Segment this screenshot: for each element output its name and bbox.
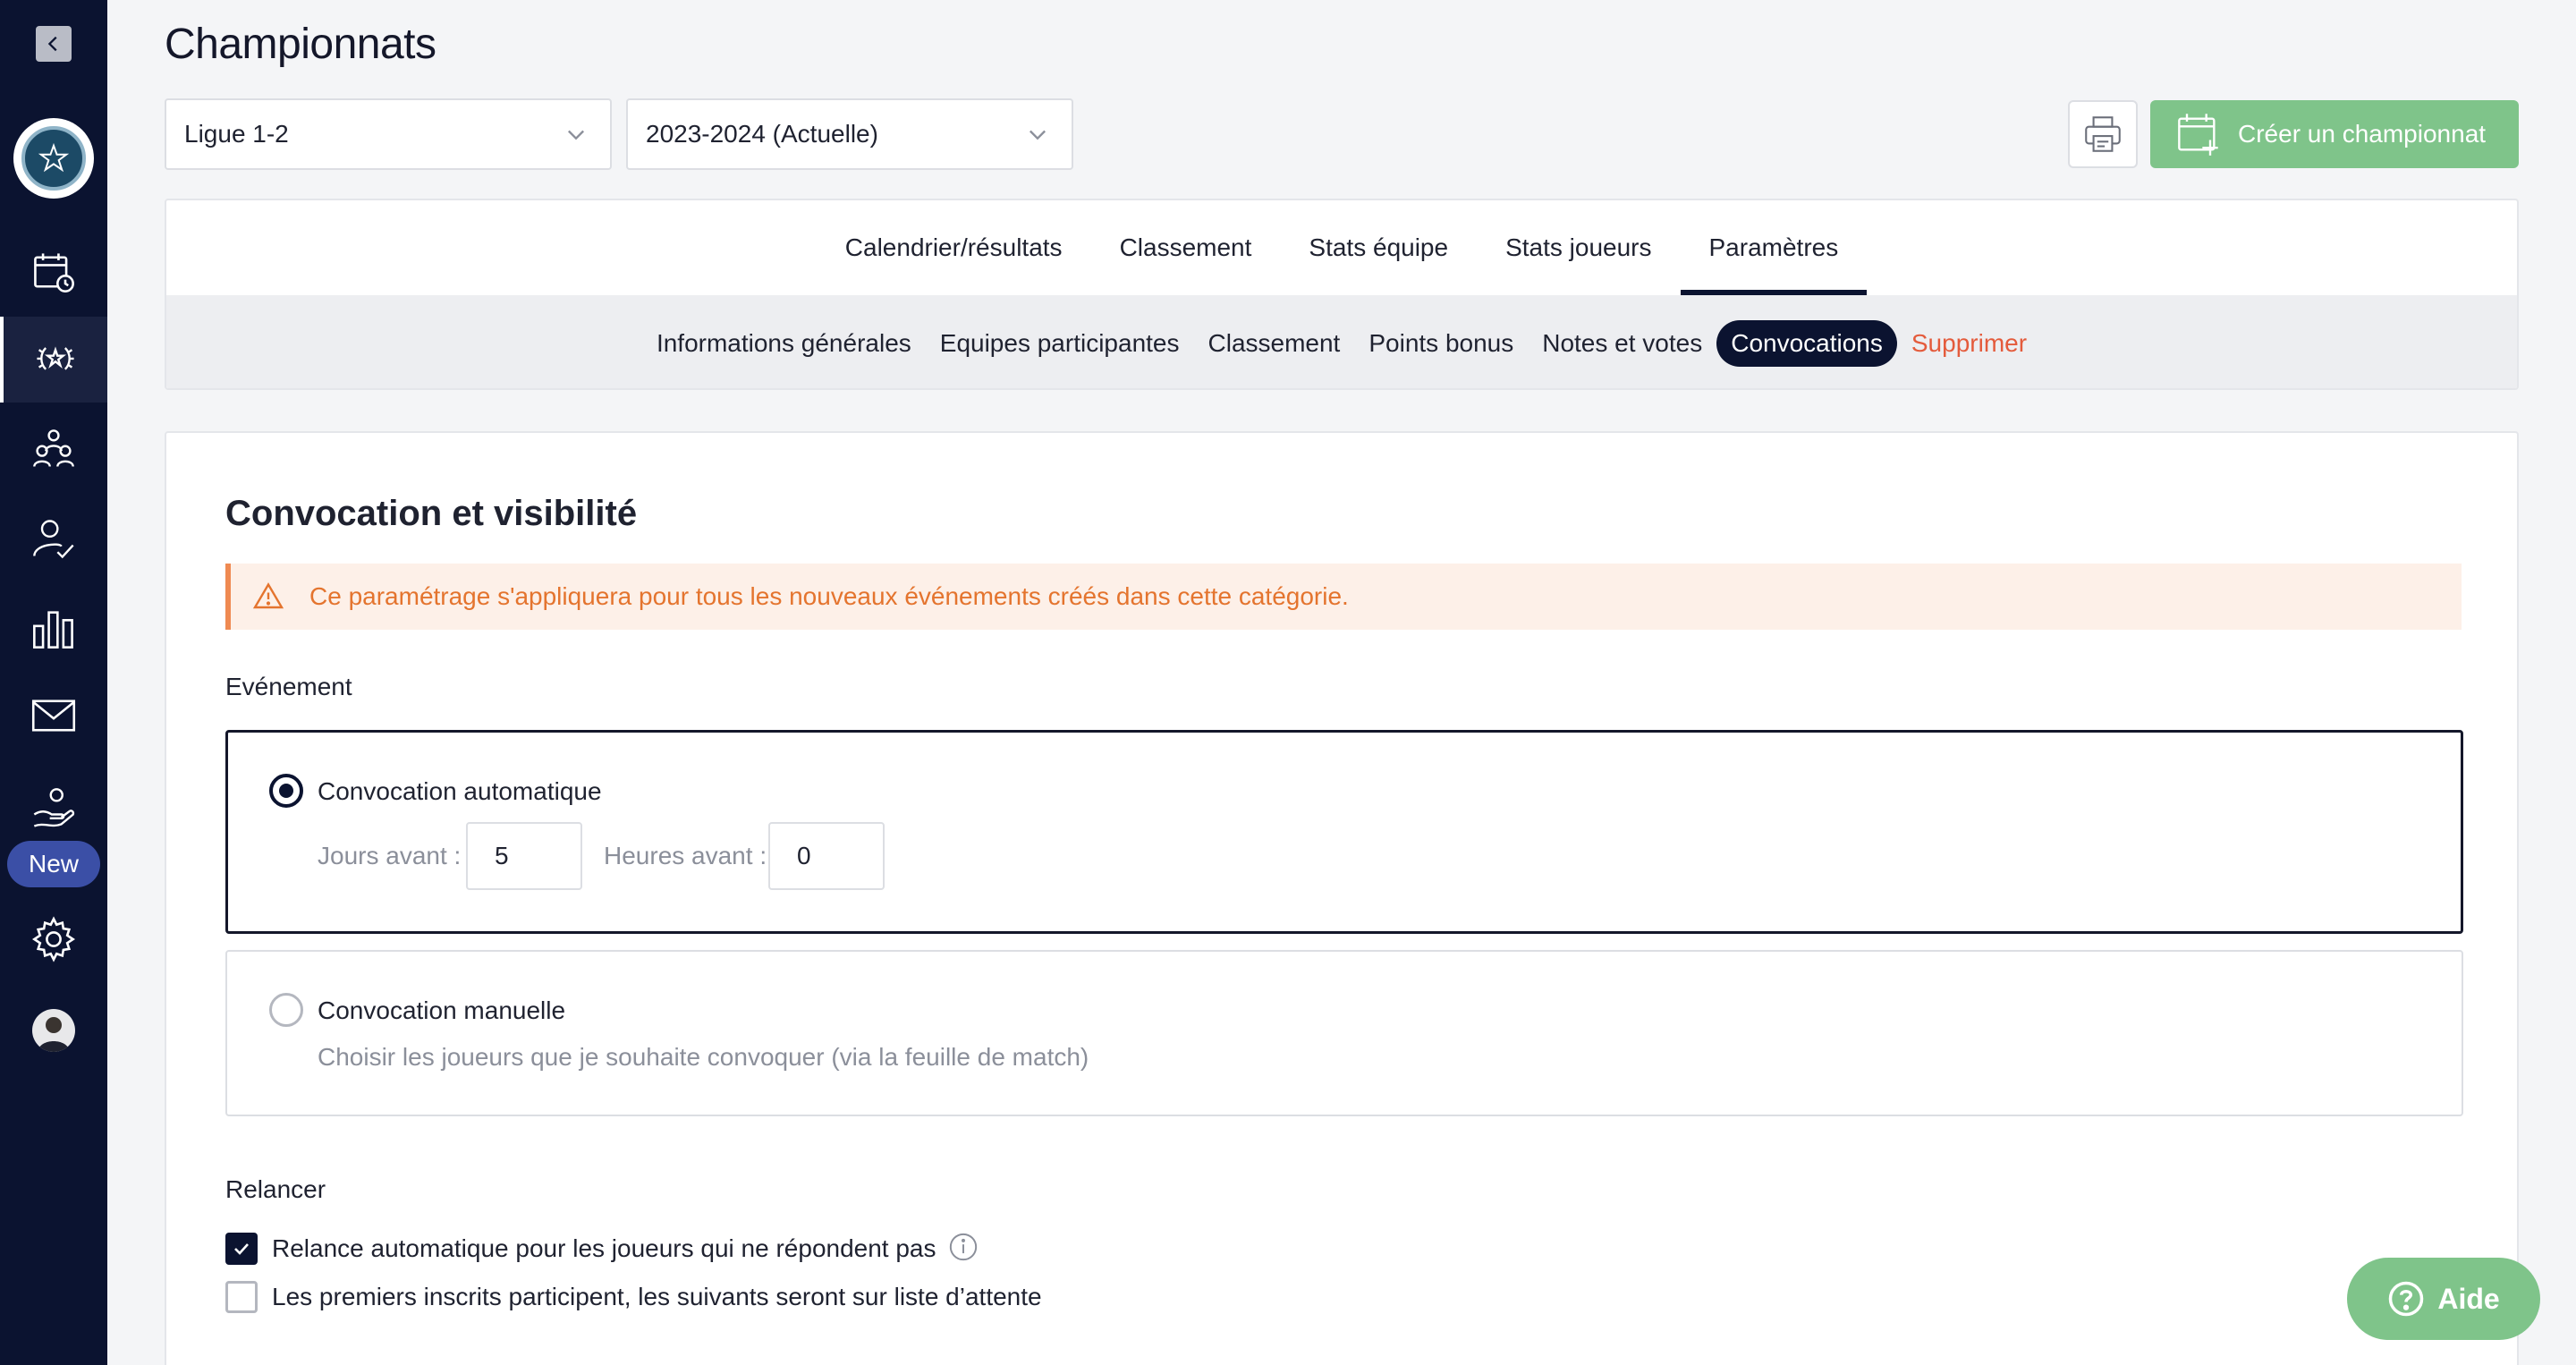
info-icon[interactable]	[948, 1232, 979, 1262]
alert-text: Ce paramétrage s'appliquera pour tous le…	[309, 582, 1349, 610]
sidebar-item-teams[interactable]	[0, 406, 107, 492]
calendar-plus-icon	[2178, 114, 2218, 156]
mail-icon	[31, 699, 76, 732]
sidebar-item-messages[interactable]	[0, 673, 107, 759]
create-championship-button[interactable]: Créer un championnat	[2150, 100, 2519, 168]
event-label: Evénement	[225, 673, 352, 700]
info-alert: Ce paramétrage s'appliquera pour tous le…	[225, 564, 2462, 630]
tab-standings[interactable]: Classement	[1091, 200, 1281, 295]
bar-chart-icon	[33, 611, 73, 649]
sidebar-item-calendar[interactable]	[0, 229, 107, 315]
manual-convocation-option[interactable]: Convocation manuelle Choisir les joueurs…	[225, 950, 2463, 1116]
calendar-clock-icon	[34, 253, 74, 292]
auto-relaunch-label: Relance automatique pour les joueurs qui…	[272, 1234, 936, 1262]
days-before-label: Jours avant :	[318, 842, 462, 869]
subtab-convocations[interactable]: Convocations	[1716, 320, 1897, 367]
team-icon	[33, 429, 74, 467]
season-select[interactable]: 2023-2024 (Actuelle)	[626, 98, 1073, 170]
league-select[interactable]: Ligue 1-2	[165, 98, 612, 170]
laurel-trophy-icon	[37, 346, 74, 370]
new-badge: New	[7, 841, 100, 887]
tabs-card: Calendrier/résultats Classement Stats éq…	[165, 199, 2519, 390]
subtab-delete[interactable]: Supprimer	[1897, 320, 2041, 367]
auto-relaunch-checkbox[interactable]	[225, 1233, 258, 1265]
tab-team-stats[interactable]: Stats équipe	[1280, 200, 1477, 295]
help-button[interactable]: Aide	[2347, 1258, 2540, 1340]
sidebar-item-championships[interactable]	[0, 317, 107, 403]
chevron-down-icon	[1030, 130, 1046, 140]
main-tabs: Calendrier/résultats Classement Stats éq…	[166, 200, 2517, 295]
waitlist-checkbox[interactable]	[225, 1281, 258, 1313]
checkmark-icon	[234, 1243, 249, 1255]
sub-tabs: Informations générales Equipes participa…	[166, 295, 2517, 388]
subtab-ratings-votes[interactable]: Notes et votes	[1528, 320, 1716, 367]
hours-before-input[interactable]: 0	[768, 822, 885, 890]
season-select-value: 2023-2024 (Actuelle)	[646, 120, 878, 148]
relaunch-label: Relancer	[225, 1175, 326, 1203]
subtab-standings[interactable]: Classement	[1194, 320, 1355, 367]
tab-settings[interactable]: Paramètres	[1680, 200, 1868, 295]
help-label: Aide	[2437, 1282, 2500, 1315]
tab-calendar-results[interactable]: Calendrier/résultats	[817, 200, 1091, 295]
hours-before-label: Heures avant :	[604, 842, 767, 869]
section-title: Convocation et visibilité	[225, 494, 638, 533]
user-avatar[interactable]	[32, 1009, 75, 1052]
auto-convocation-radio[interactable]	[269, 774, 303, 808]
club-logo[interactable]	[13, 118, 94, 199]
hand-heart-icon	[33, 788, 75, 827]
sidebar-item-attendance[interactable]	[0, 496, 107, 581]
sidebar-item-stats[interactable]	[0, 585, 107, 671]
days-before-input[interactable]: 5	[466, 822, 582, 890]
sidebar: New	[0, 0, 107, 1365]
manual-convocation-radio[interactable]	[269, 993, 303, 1027]
manual-convocation-title: Convocation manuelle	[318, 996, 566, 1024]
league-select-value: Ligue 1-2	[184, 120, 289, 148]
printer-icon	[2085, 116, 2121, 152]
create-championship-label: Créer un championnat	[2238, 120, 2487, 148]
collapse-sidebar-button[interactable]	[36, 26, 72, 62]
subtab-bonus-points[interactable]: Points bonus	[1354, 320, 1528, 367]
chevron-left-icon	[47, 36, 57, 52]
waitlist-label: Les premiers inscrits participent, les s…	[272, 1283, 1042, 1310]
page-title: Championnats	[165, 21, 436, 68]
gear-icon	[31, 916, 76, 962]
sidebar-item-settings[interactable]	[0, 896, 107, 982]
subtab-general-info[interactable]: Informations générales	[642, 320, 926, 367]
convocation-settings-card: Convocation et visibilité Ce paramétrage…	[165, 431, 2519, 1365]
auto-convocation-option[interactable]: Convocation automatique Jours avant : 5 …	[225, 730, 2463, 934]
warning-icon	[252, 582, 284, 609]
auto-convocation-title: Convocation automatique	[318, 777, 602, 805]
club-crest-icon	[21, 126, 86, 191]
tab-player-stats[interactable]: Stats joueurs	[1477, 200, 1680, 295]
print-button[interactable]	[2068, 100, 2138, 168]
question-icon	[2389, 1281, 2424, 1317]
subtab-participating-teams[interactable]: Equipes participantes	[926, 320, 1194, 367]
manual-convocation-description: Choisir les joueurs que je souhaite conv…	[318, 1043, 1089, 1071]
user-check-icon	[33, 520, 74, 559]
sidebar-item-donations[interactable]	[0, 766, 107, 852]
chevron-down-icon	[568, 130, 584, 140]
